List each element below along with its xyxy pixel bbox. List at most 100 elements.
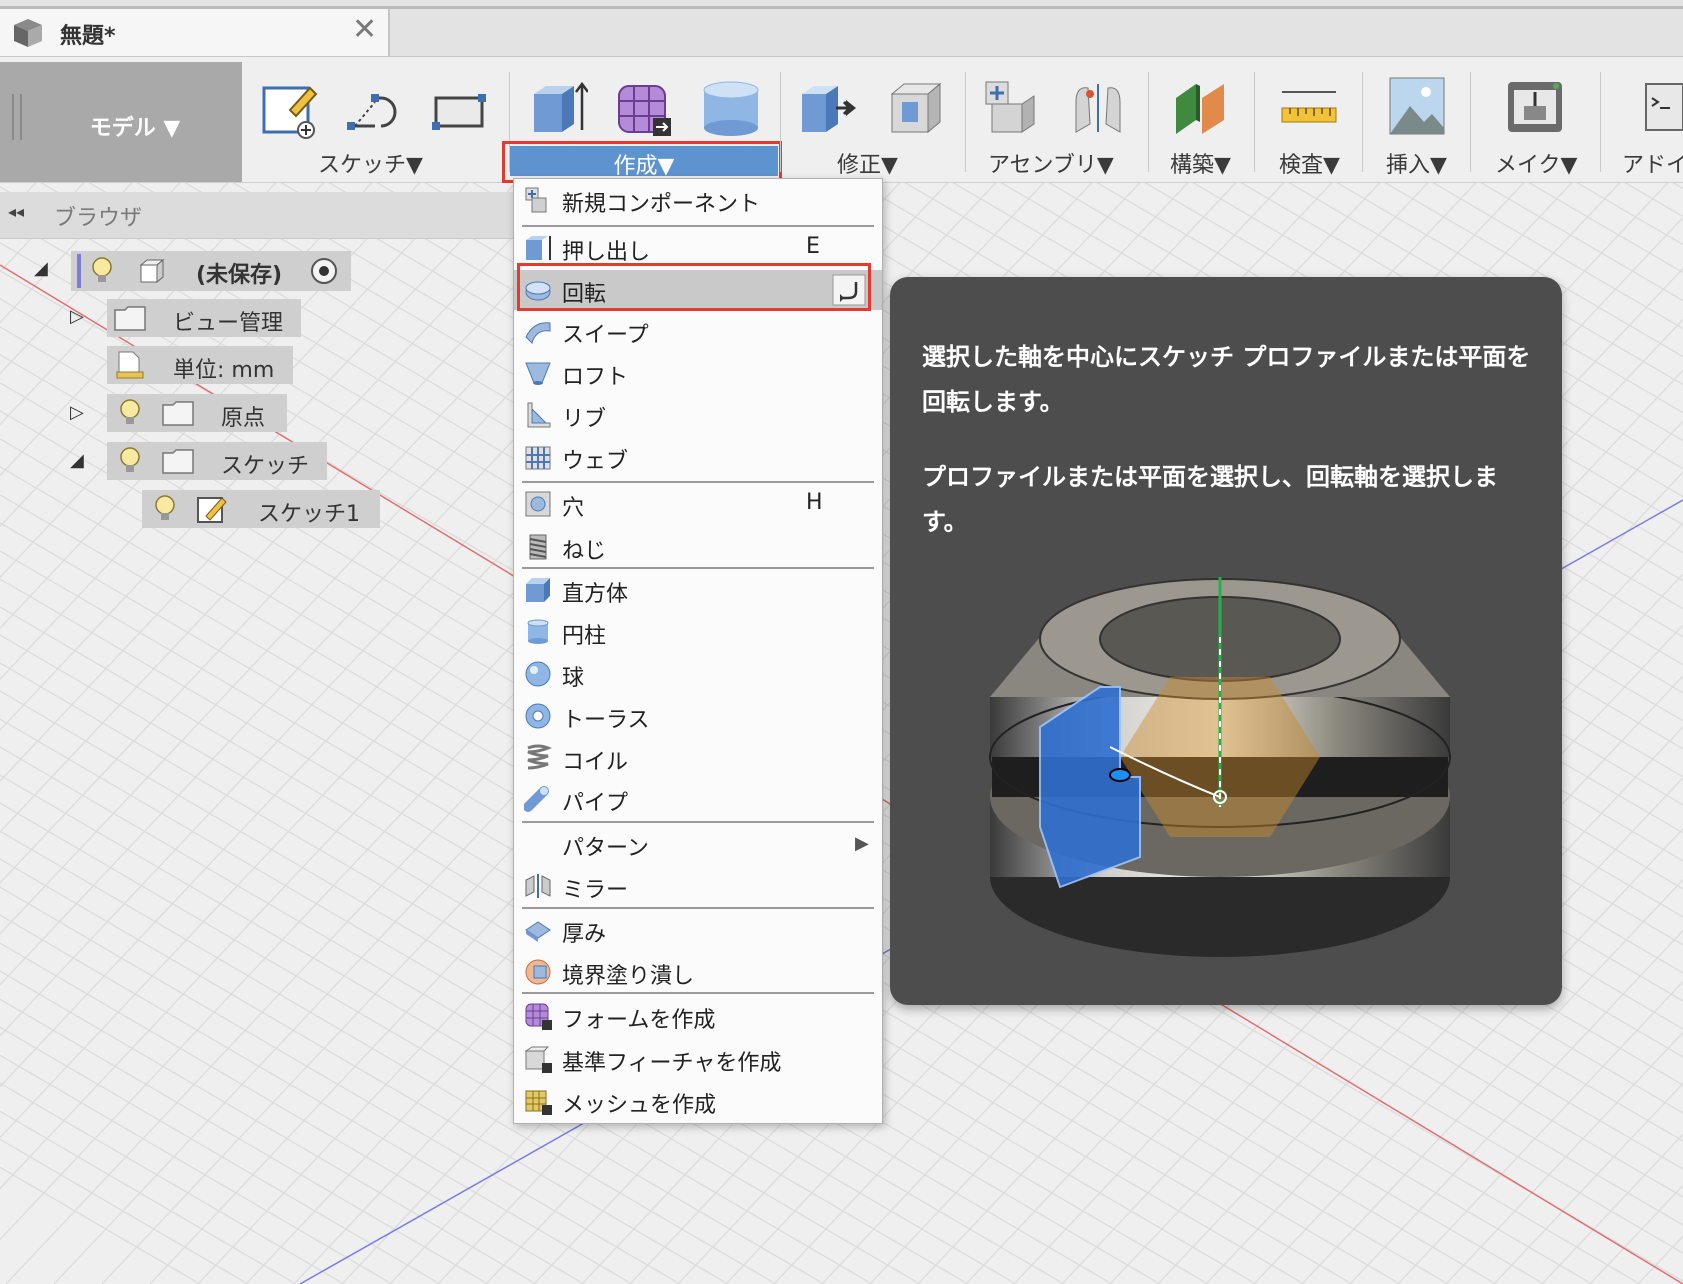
shell-icon[interactable] xyxy=(886,78,944,138)
menu-item-label: 厚み xyxy=(562,922,607,947)
toolbar-divider xyxy=(1254,72,1255,172)
menu-item-hole[interactable]: 穴 H xyxy=(514,484,882,524)
tab-bar: 無題* ✕ xyxy=(0,0,1683,57)
new-component-icon[interactable] xyxy=(982,78,1040,138)
browser-node-label: スケッチ1 xyxy=(258,502,360,527)
create-mesh-icon xyxy=(525,1090,552,1115)
web-icon xyxy=(525,446,551,470)
create-form-icon[interactable] xyxy=(615,78,673,138)
create-form-icon xyxy=(525,1003,552,1030)
press-pull-icon[interactable] xyxy=(798,78,856,138)
toolbar-divider xyxy=(965,72,966,172)
menu-item-create-mesh[interactable]: メッシュを作成 xyxy=(514,1081,882,1121)
menu-item-coil[interactable]: コイル xyxy=(514,738,882,778)
close-tab-button[interactable]: ✕ xyxy=(352,15,377,45)
browser-node-origin[interactable]: 原点 xyxy=(107,394,287,432)
browser-node-views[interactable]: ビュー管理 xyxy=(107,299,301,337)
toolbar-divider xyxy=(1600,72,1601,172)
menu-item-shortcut: E xyxy=(806,234,820,259)
insert-image-icon[interactable] xyxy=(1388,76,1446,136)
menu-item-label: 直方体 xyxy=(562,582,629,607)
menu-item-label: 新規コンポーネント xyxy=(562,192,761,217)
units-document-icon xyxy=(116,351,144,379)
menu-item-cylinder[interactable]: 円柱 xyxy=(514,612,882,652)
menu-item-loft[interactable]: ロフト xyxy=(514,353,882,393)
collapsed-triangle-icon[interactable]: ▷ xyxy=(70,306,84,327)
inspect-menu[interactable]: 検査▼ xyxy=(1279,147,1340,179)
line-tool-icon[interactable] xyxy=(345,80,403,140)
3d-print-icon[interactable] xyxy=(1506,78,1564,138)
menu-item-label: ねじ xyxy=(562,539,607,564)
modify-menu[interactable]: 修正▼ xyxy=(837,147,898,179)
construct-menu[interactable]: 構築▼ xyxy=(1170,147,1231,179)
menu-item-label: トーラス xyxy=(562,708,650,733)
joint-icon[interactable] xyxy=(1070,78,1128,138)
cylinder-icon[interactable] xyxy=(702,78,760,138)
menu-item-boundary-fill[interactable]: 境界塗り潰し xyxy=(514,952,882,992)
collapsed-triangle-icon[interactable]: ▷ xyxy=(70,402,84,423)
menu-item-label: パイプ xyxy=(562,791,629,816)
menu-item-label: 穴 xyxy=(562,496,585,521)
sketch-menu[interactable]: スケッチ▼ xyxy=(318,147,423,179)
lightbulb-icon[interactable] xyxy=(117,398,143,428)
menu-item-rib[interactable]: リブ xyxy=(514,395,882,435)
lightbulb-icon[interactable] xyxy=(117,446,143,476)
revolve-highlight-box xyxy=(517,263,871,311)
workspace-label: モデル ▼ xyxy=(89,116,181,141)
browser-node-sketch1[interactable]: スケッチ1 xyxy=(142,490,380,528)
collapse-browser-icon[interactable]: ◂◂ xyxy=(8,202,24,221)
create-sketch-icon[interactable] xyxy=(260,80,318,140)
revolve-tooltip: 選択した軸を中心にスケッチ プロファイルまたは平面を回転します。 プロファイルま… xyxy=(890,277,1562,1005)
menu-item-pattern[interactable]: パターン ▶ xyxy=(514,824,882,864)
insert-menu[interactable]: 挿入▼ xyxy=(1386,147,1447,179)
menu-item-label: フォームを作成 xyxy=(562,1008,716,1033)
browser-node-units[interactable]: 単位: mm xyxy=(107,346,293,384)
construct-plane-icon[interactable] xyxy=(1172,78,1230,138)
measure-icon[interactable] xyxy=(1280,78,1338,138)
menu-item-label: パターン xyxy=(562,836,649,861)
menu-item-pipe[interactable]: パイプ xyxy=(514,779,882,819)
expanded-triangle-icon[interactable]: ◢ xyxy=(70,450,84,471)
menu-item-torus[interactable]: トーラス xyxy=(514,696,882,736)
rectangle-tool-icon[interactable] xyxy=(430,80,488,140)
menu-item-label: 押し出し xyxy=(562,240,651,265)
lightbulb-icon[interactable] xyxy=(89,256,115,286)
expanded-triangle-icon[interactable]: ◢ xyxy=(34,258,48,279)
menu-item-web[interactable]: ウェブ xyxy=(514,437,882,477)
component-icon xyxy=(139,258,165,284)
menu-item-create-form[interactable]: フォームを作成 xyxy=(514,996,882,1036)
make-menu[interactable]: メイク▼ xyxy=(1495,147,1577,179)
document-tab[interactable]: 無題* ✕ xyxy=(0,9,390,56)
root-component-label: (未保存) xyxy=(196,263,283,288)
menu-item-label: 境界塗り潰し xyxy=(562,964,695,989)
extrude-icon[interactable] xyxy=(530,78,588,138)
menu-item-label: コイル xyxy=(562,750,629,775)
lightbulb-icon[interactable] xyxy=(152,494,178,524)
menu-item-sphere[interactable]: 球 xyxy=(514,654,882,694)
active-radio-icon[interactable] xyxy=(309,256,339,286)
create-highlight-box xyxy=(502,141,782,183)
loft-icon xyxy=(525,362,551,385)
menu-item-sweep[interactable]: スイープ xyxy=(514,311,882,351)
menu-item-label: ウェブ xyxy=(562,449,629,474)
boundary-fill-icon xyxy=(525,959,551,985)
extrude-icon xyxy=(526,236,551,260)
menu-item-mirror[interactable]: ミラー xyxy=(514,866,882,906)
menu-item-box[interactable]: 直方体 xyxy=(514,570,882,610)
menu-item-create-base-feature[interactable]: 基準フィーチャを作成 xyxy=(514,1039,882,1079)
menu-item-thread[interactable]: ねじ xyxy=(514,527,882,567)
browser-header: ◂◂ ブラウザ xyxy=(0,192,513,239)
addins-menu[interactable]: アドイ xyxy=(1622,147,1683,179)
menu-item-new-component[interactable]: 新規コンポーネント xyxy=(514,180,882,220)
torus-icon xyxy=(525,703,551,729)
assemble-menu[interactable]: アセンブリ▼ xyxy=(988,147,1114,179)
scripts-icon[interactable] xyxy=(1644,80,1683,140)
tooltip-instruction: プロファイルまたは平面を選択し、回転軸を選択します。 xyxy=(922,463,1498,536)
pipe-icon xyxy=(524,786,549,812)
menu-divider xyxy=(522,481,874,483)
browser-node-sketches[interactable]: スケッチ xyxy=(107,442,327,480)
thread-icon xyxy=(529,534,547,560)
menu-item-extrude[interactable]: 押し出し E xyxy=(514,228,882,268)
workspace-switcher[interactable]: モデル ▼ xyxy=(0,62,242,182)
menu-item-thicken[interactable]: 厚み xyxy=(514,910,882,950)
